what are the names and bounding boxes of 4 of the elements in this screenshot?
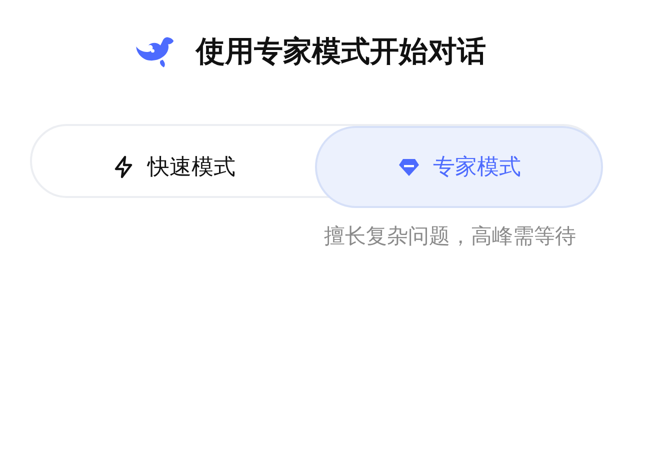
- hint-text: 擅长复杂问题，高峰需等待: [324, 223, 576, 250]
- mode-tab[interactable]: 快速模式: [32, 132, 315, 202]
- mode-tab[interactable]: 专家模式: [315, 126, 603, 208]
- page-title: 使用专家模式开始对话: [196, 33, 486, 70]
